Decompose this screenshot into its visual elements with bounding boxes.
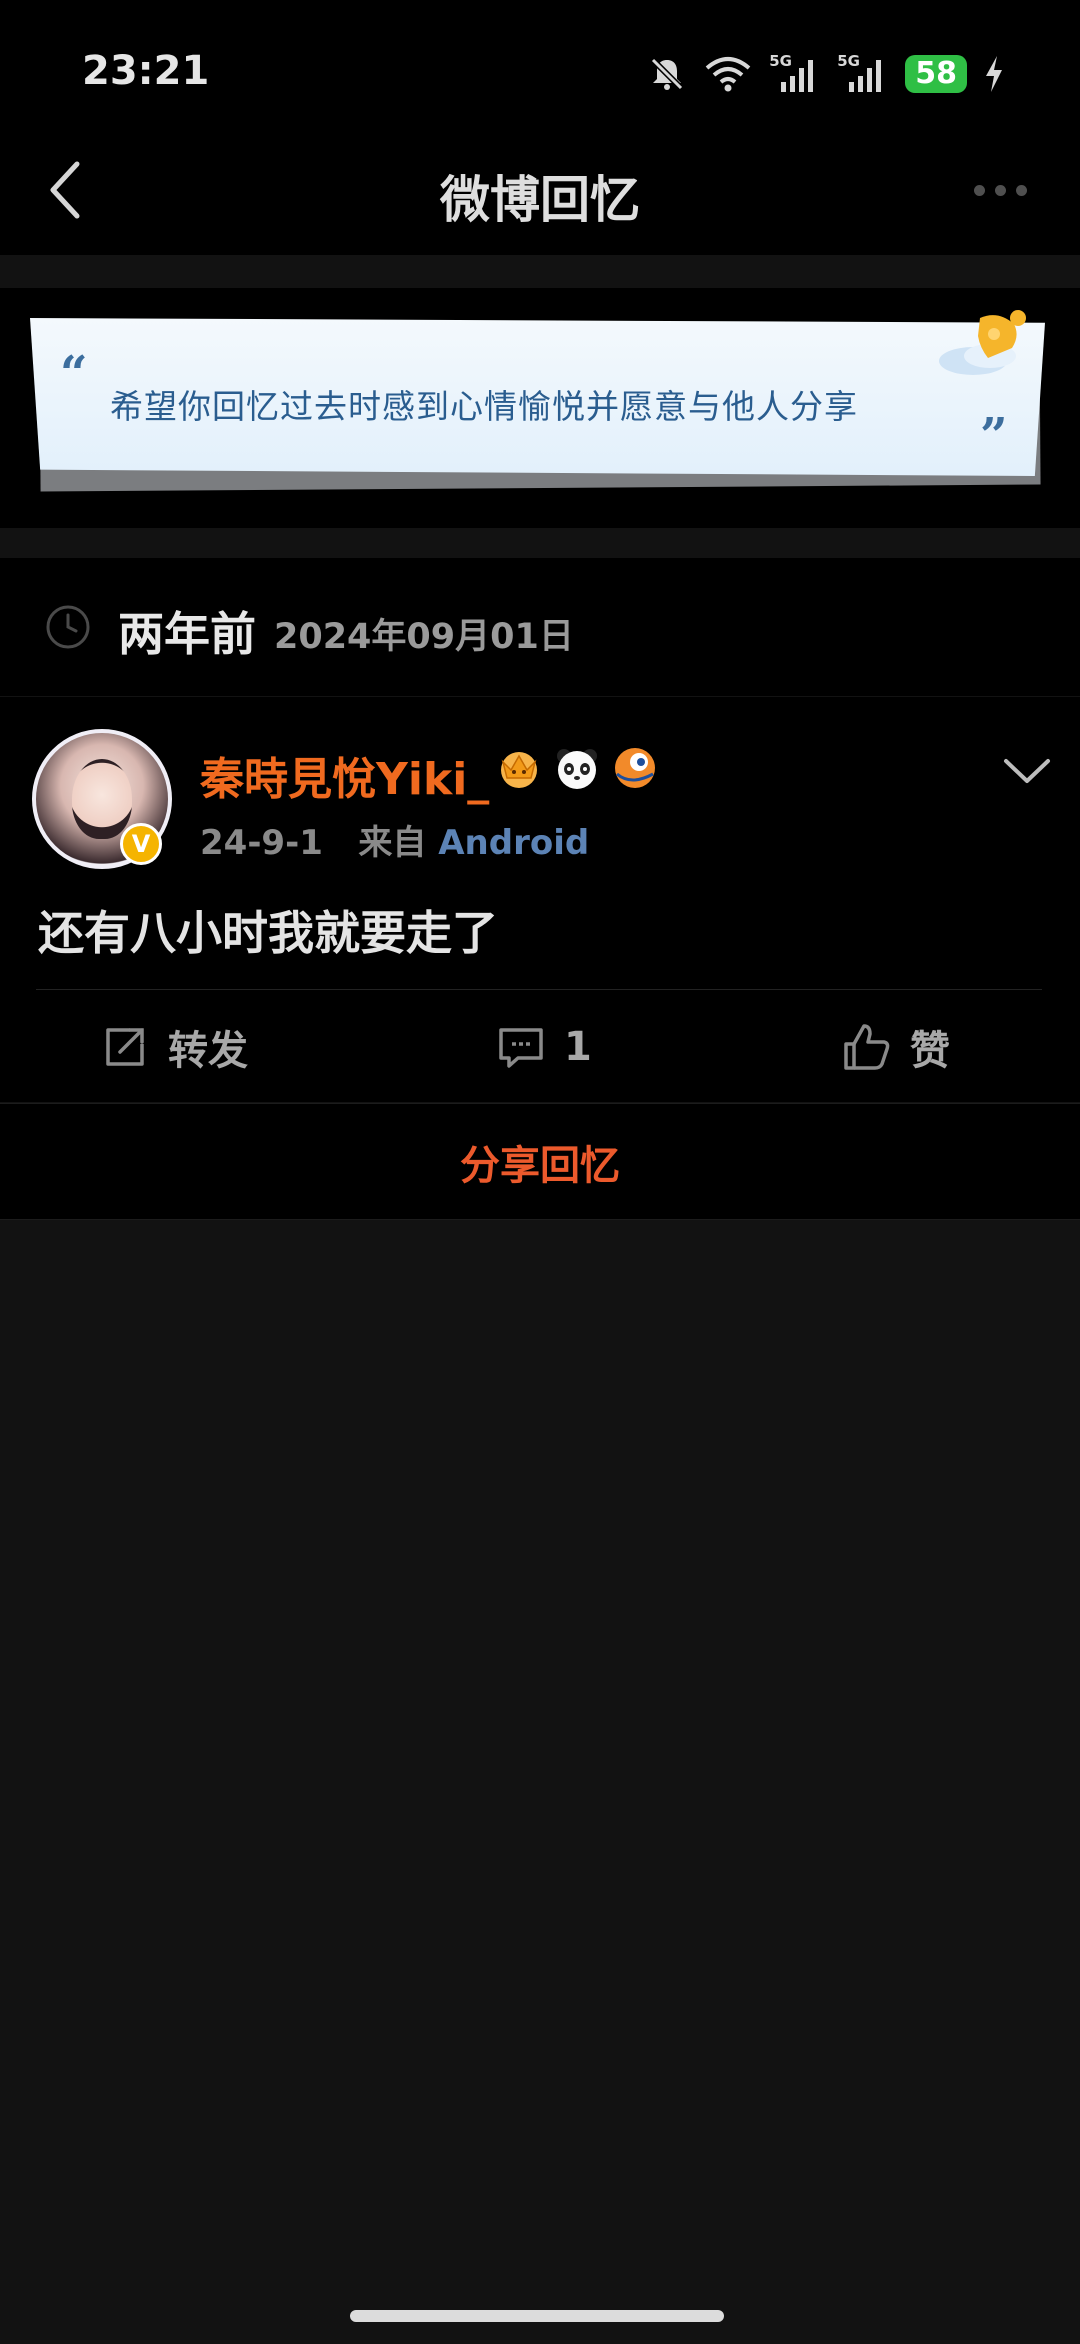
bell-off-icon: [651, 57, 684, 91]
date-header: 两年前 2024年09月01日: [0, 558, 1080, 696]
fish-badge-icon[interactable]: [610, 743, 660, 793]
more-dots-icon: [1015, 184, 1027, 196]
more-dots-icon: [994, 184, 1006, 196]
repost-label: 转发: [168, 1028, 248, 1074]
relative-time: 两年前: [118, 607, 256, 661]
post-actions: 转发 1 赞: [0, 991, 1080, 1103]
wifi-icon: [705, 57, 751, 92]
more-button[interactable]: [960, 170, 1040, 210]
more-dots-icon: [973, 184, 985, 196]
username[interactable]: 秦時見悅Yiki_: [200, 743, 489, 807]
thumbs-up-icon: [844, 1024, 890, 1070]
divider: [36, 989, 1042, 990]
crown-badge-icon[interactable]: [494, 743, 544, 793]
like-label: 赞: [910, 1028, 950, 1074]
quote-open-icon: “: [60, 346, 88, 402]
post-source[interactable]: Android: [438, 823, 589, 863]
bell-decoration-icon: [939, 310, 1026, 375]
charging-icon: [986, 56, 1002, 92]
repost-button[interactable]: 转发: [100, 991, 248, 1103]
status-time: 23:21: [82, 48, 210, 94]
signal-2: 5G: [837, 52, 889, 96]
battery-level: 58: [915, 56, 957, 91]
battery-icon: 58: [905, 55, 967, 93]
chevron-down-icon: [1004, 759, 1050, 783]
like-button[interactable]: 赞: [840, 991, 950, 1103]
status-icons: 5G 5G 58: [647, 50, 1005, 98]
post-card[interactable]: V 秦時見悅Yiki_ 24-9-1 来自 Android 还有八小时我就要走了…: [0, 697, 1080, 1102]
memory-date: 2024年09月01日: [274, 617, 574, 657]
user-badges: [494, 743, 660, 793]
post-content: 还有八小时我就要走了: [38, 906, 498, 960]
comment-button[interactable]: 1: [496, 991, 592, 1103]
post-meta: 24-9-1 来自 Android: [200, 815, 589, 864]
post-source-prefix: 来自: [358, 823, 427, 863]
verified-badge-icon: V: [120, 823, 162, 865]
banner-text: 希望你回忆过去时感到心情愉悦并愿意与他人分享: [110, 387, 858, 426]
panda-badge-icon[interactable]: [552, 743, 602, 793]
clock-icon: [46, 605, 90, 649]
comment-count: 1: [564, 1024, 592, 1070]
signal-icon: [781, 60, 814, 92]
repost-icon: [106, 1028, 144, 1066]
avatar-face: [72, 759, 132, 839]
share-memory-label: 分享回忆: [460, 1142, 620, 1189]
quote-close-icon: ”: [980, 408, 1008, 464]
post-time: 24-9-1: [200, 823, 323, 863]
home-indicator[interactable]: [350, 2310, 724, 2322]
nav-bar: 微博回忆: [0, 120, 1080, 255]
post-menu-button[interactable]: [1002, 755, 1052, 789]
page-title: 微博回忆: [440, 171, 640, 229]
memory-banner: “ 希望你回忆过去时感到心情愉悦并愿意与他人分享 ”: [0, 288, 1080, 528]
comment-icon: [499, 1028, 543, 1068]
signal-icon: [849, 60, 882, 92]
share-memory-button[interactable]: 分享回忆: [0, 1103, 1080, 1220]
signal-1: 5G: [769, 52, 821, 96]
